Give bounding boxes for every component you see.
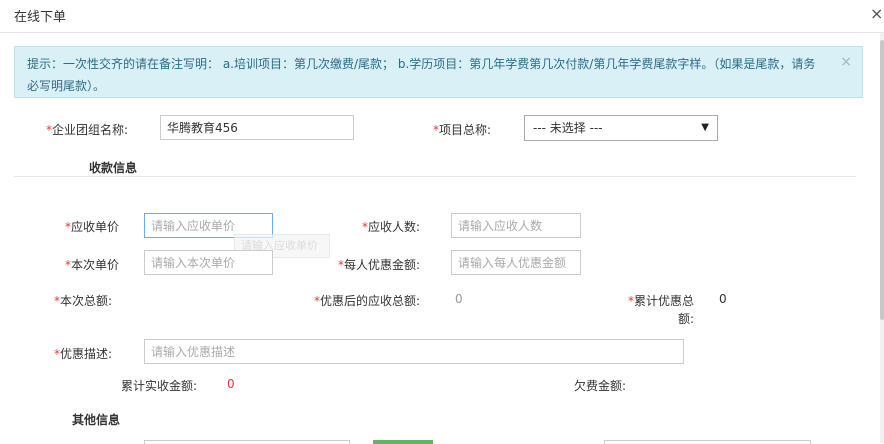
people-label: *应收人数: (362, 220, 421, 234)
other-section-title: 其他信息 (72, 413, 121, 427)
unit-price-label: *应收单价 (65, 220, 120, 234)
bottom-input-2[interactable] (604, 440, 811, 444)
project-label: *项目总称: (433, 123, 492, 137)
alert-close-icon[interactable]: × (840, 51, 852, 73)
company-input[interactable] (160, 115, 354, 140)
collection-section-title: 收款信息 (89, 161, 138, 175)
project-select-value: --- 未选择 --- (533, 121, 603, 135)
bottom-input-1[interactable] (144, 440, 350, 444)
discount-per-label: *每人优惠金额: (338, 258, 421, 272)
current-price-input[interactable] (144, 250, 273, 275)
people-input[interactable] (451, 213, 581, 238)
discount-per-input[interactable] (451, 250, 581, 275)
cum-discount-value: 0 (719, 292, 727, 306)
dialog-title: 在线下单 (14, 10, 67, 25)
current-price-label: *本次单价 (65, 258, 120, 272)
current-total-label: *本次总额: (54, 294, 113, 308)
scrollbar-thumb[interactable] (880, 40, 884, 320)
discount-desc-input[interactable] (144, 339, 684, 364)
close-icon[interactable]: × (870, 4, 883, 23)
section-divider (14, 176, 856, 177)
project-select[interactable]: --- 未选择 --- ▼ (524, 115, 718, 141)
title-divider (0, 32, 884, 33)
after-discount-label: *优惠后的应收总额: (314, 294, 421, 308)
info-alert: 提示：一次性交齐的请在备注写明： a.培训项目：第几次缴费/尾款； b.学历项目… (14, 46, 863, 98)
chevron-down-icon: ▼ (701, 122, 709, 133)
cum-received-label: 累计实收金额: (121, 379, 198, 393)
company-label: *企业团组名称: (46, 123, 129, 137)
after-discount-value: 0 (455, 292, 463, 306)
alert-text: 提示：一次性交齐的请在备注写明： a.培训项目：第几次缴费/尾款； b.学历项目… (27, 57, 816, 93)
bottom-button[interactable] (373, 440, 433, 444)
arrears-label: 欠费金额: (574, 379, 627, 393)
discount-desc-label: *优惠描述: (54, 347, 113, 361)
cum-discount-label: *累计优惠总 额: (627, 294, 694, 326)
cum-received-value: 0 (227, 377, 235, 391)
